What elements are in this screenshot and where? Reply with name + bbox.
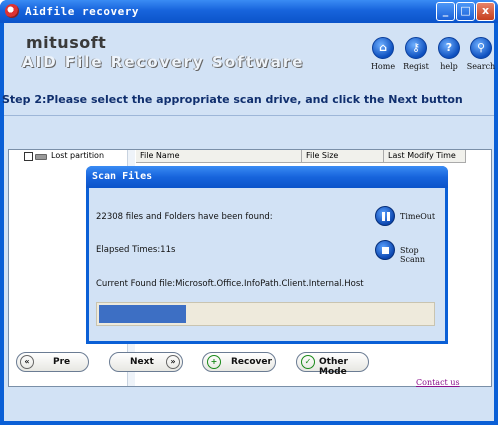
stop-scan-label[interactable]: Stop Scann [400, 246, 445, 264]
search-icon[interactable]: ⚲ [470, 37, 492, 59]
recover-button[interactable]: + Recover [202, 352, 276, 372]
brand-logo: mitusoft [26, 33, 107, 52]
help-icon[interactable]: ? [438, 37, 460, 59]
column-file-name[interactable]: File Name [136, 150, 302, 163]
dialog-title: Scan Files [92, 171, 153, 182]
window-title: Aidfile recovery [25, 5, 139, 18]
dialog-title-bar: Scan Files [86, 166, 448, 188]
pause-icon [382, 212, 390, 221]
scan-progress-bar [96, 302, 435, 326]
other-mode-label: Other Mode [319, 357, 348, 377]
drive-icon [35, 154, 47, 160]
product-title: AID File Recovery Software [22, 53, 305, 71]
app-window: Aidfile recovery _ □ x mitusoft AID File… [0, 0, 498, 425]
scan-files-dialog: Scan Files 22308 files and Folders have … [86, 166, 448, 344]
minimize-button[interactable]: _ [436, 2, 455, 21]
files-found-text: 22308 files and Folders have been found: [96, 212, 273, 222]
column-last-modify-time[interactable]: Last Modify Time [384, 150, 466, 163]
next-label: Next [130, 357, 154, 367]
contact-us-link[interactable]: Contact us [416, 378, 460, 387]
tree-item-lost-partition[interactable]: Lost partition [51, 151, 104, 160]
timeout-button[interactable] [375, 206, 395, 226]
timeout-label[interactable]: TimeOut [400, 212, 435, 221]
maximize-button[interactable]: □ [456, 2, 475, 21]
check-icon: ✓ [301, 355, 315, 369]
plus-icon: + [207, 355, 221, 369]
next-button[interactable]: Next » [109, 352, 183, 372]
dialog-body: 22308 files and Folders have been found:… [89, 188, 445, 341]
search-label[interactable]: Search [461, 62, 498, 71]
progress-fill [99, 305, 186, 323]
elapsed-time-text: Elapsed Times:11s [96, 245, 176, 255]
stop-icon [382, 247, 389, 254]
step-instruction: Step 2:Please select the appropriate sca… [2, 93, 463, 106]
key-icon[interactable]: ⚷ [405, 37, 427, 59]
partition-checkbox[interactable] [24, 152, 33, 161]
stop-scan-button[interactable] [375, 240, 395, 260]
recover-label: Recover [231, 357, 272, 367]
pre-button[interactable]: « Pre [16, 352, 89, 372]
close-button[interactable]: x [476, 2, 495, 21]
title-bar: Aidfile recovery _ □ x [0, 0, 498, 23]
other-mode-button[interactable]: ✓ Other Mode [296, 352, 369, 377]
app-icon [5, 4, 19, 18]
column-file-size[interactable]: File Size [302, 150, 384, 163]
current-file-text: Current Found file:Microsoft.Office.Info… [96, 279, 364, 289]
divider [4, 115, 494, 116]
home-icon[interactable]: ⌂ [372, 37, 394, 59]
pre-label: Pre [53, 357, 71, 367]
next-icon: » [166, 355, 180, 369]
previous-icon: « [20, 355, 34, 369]
